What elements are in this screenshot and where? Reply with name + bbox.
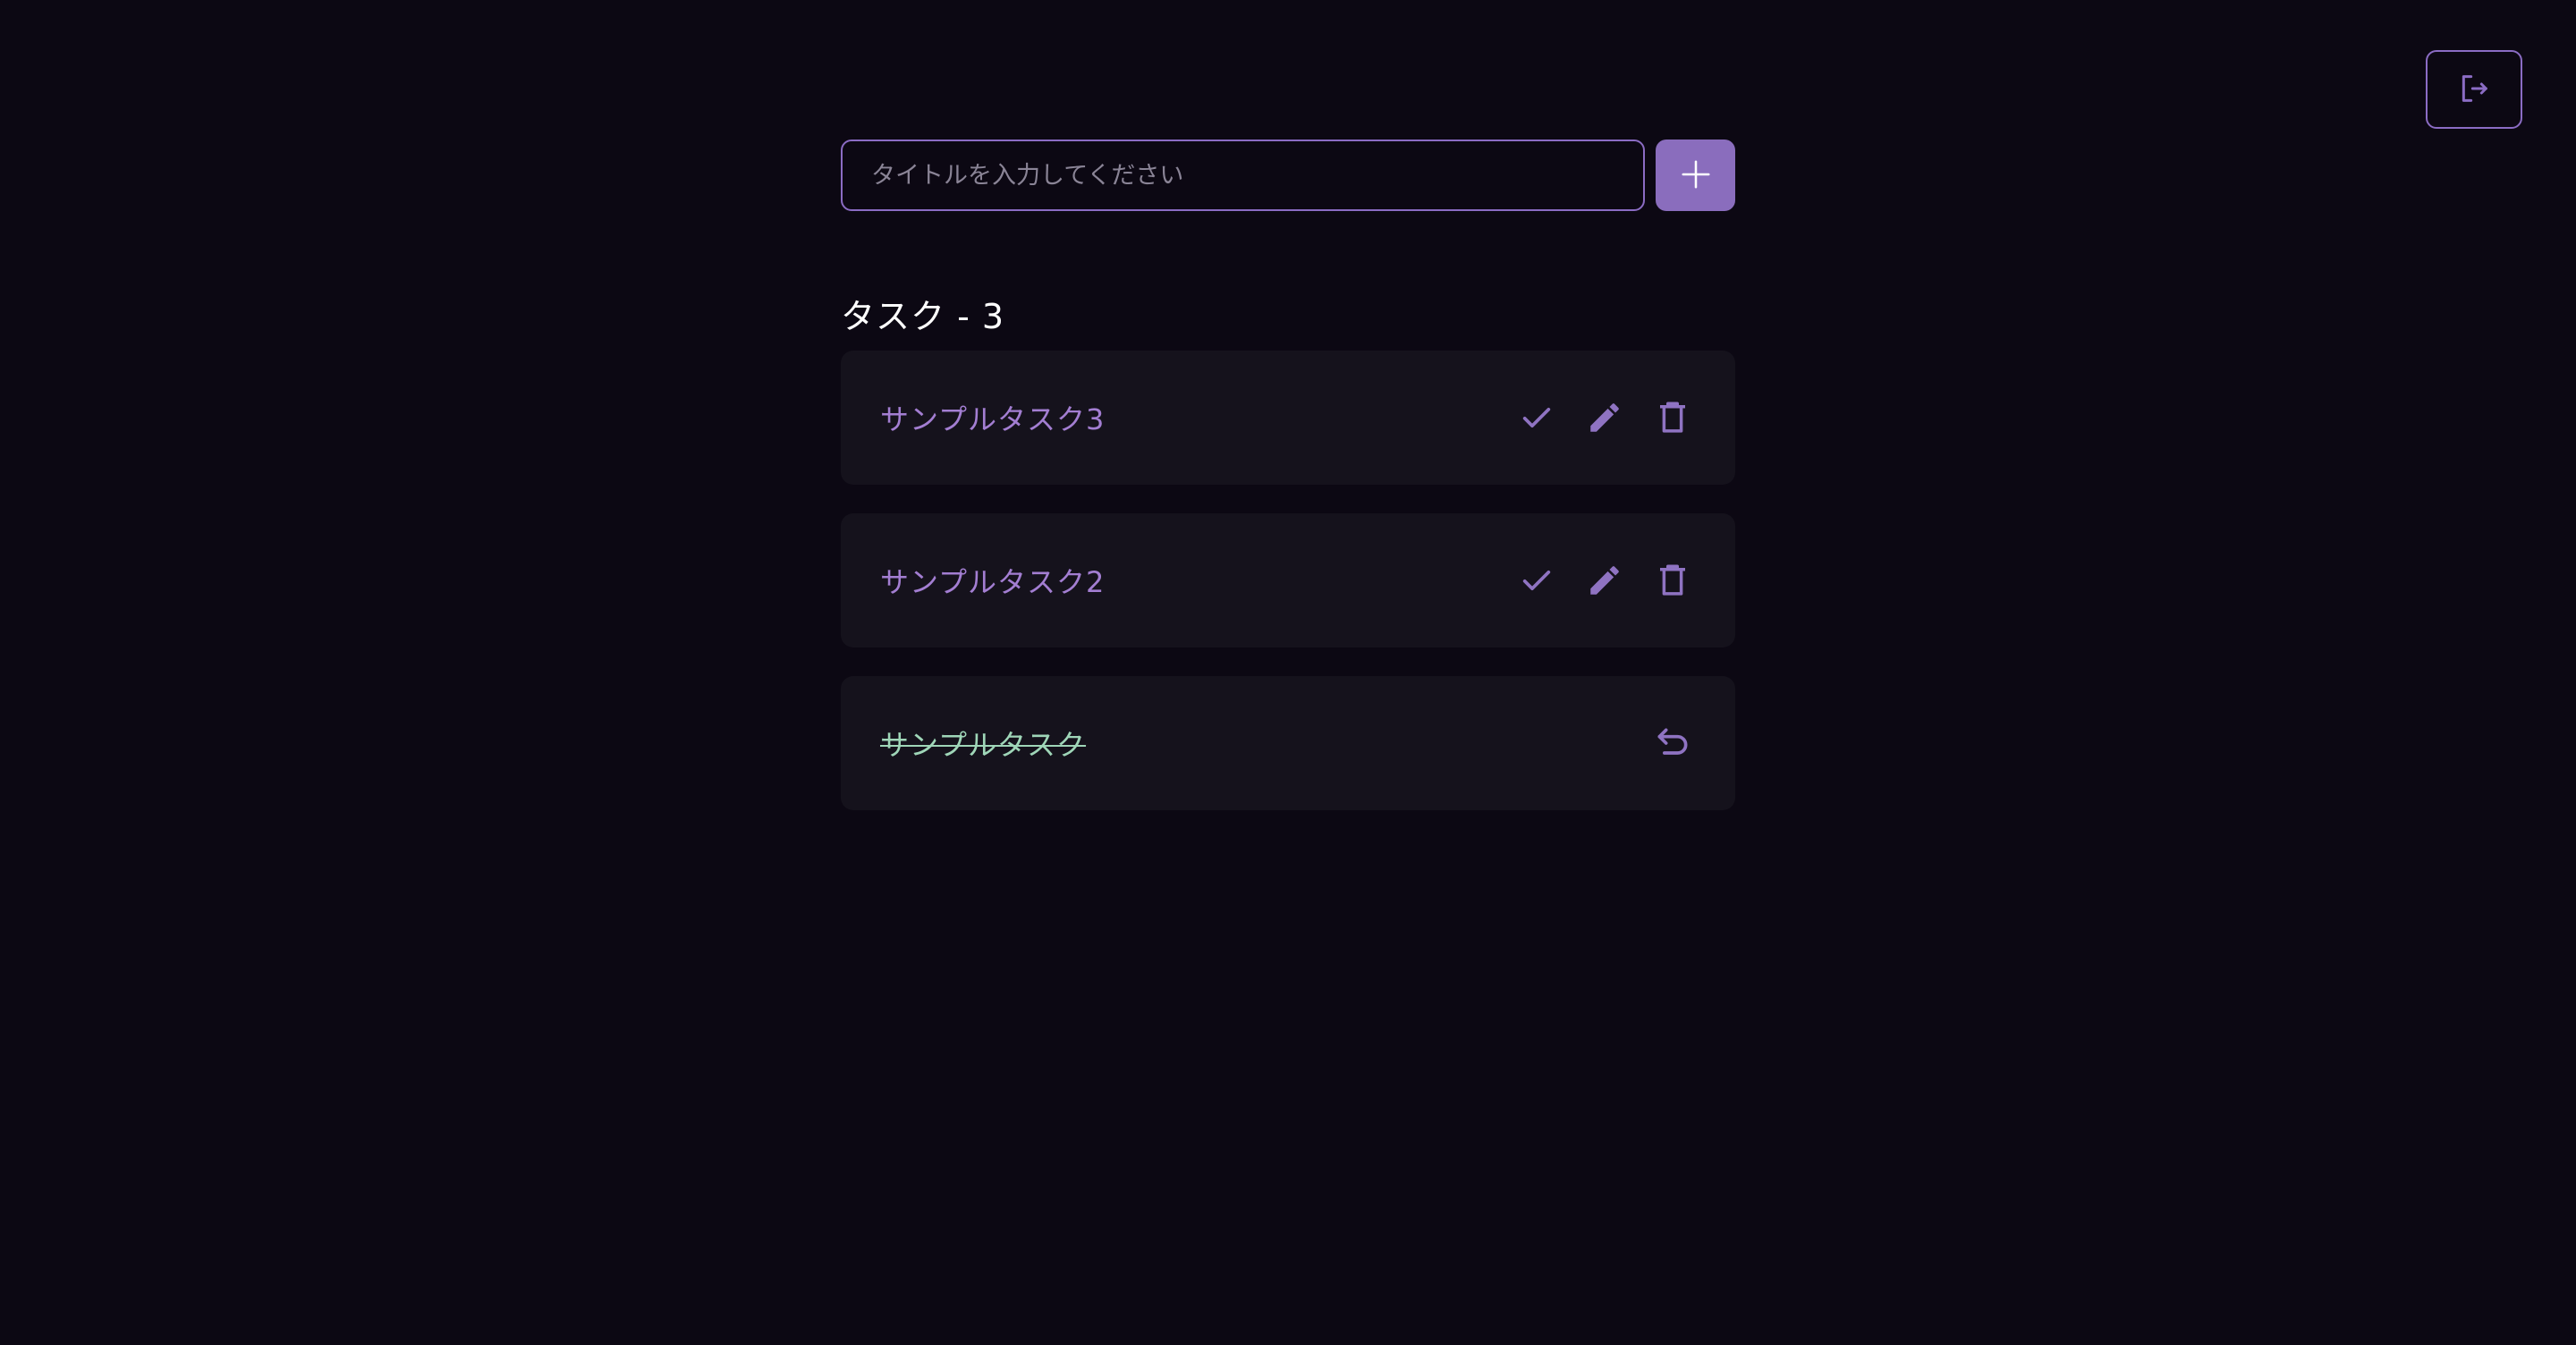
plus-icon [1679,157,1713,194]
logout-icon [2456,71,2492,109]
complete-button[interactable] [1513,557,1560,604]
task-count-heading: タスク - 3 [841,297,1005,336]
task-title: サンプルタスク2 [880,565,1106,599]
edit-button[interactable] [1581,394,1628,441]
add-task-form [841,140,1735,211]
trash-icon [1660,402,1685,433]
title-input[interactable] [841,140,1645,211]
task-actions [1513,557,1696,604]
delete-button[interactable] [1649,557,1696,604]
check-icon [1522,408,1551,427]
check-icon [1522,571,1551,590]
pencil-icon [1590,403,1619,432]
task-card-completed: サンプルタスク [841,676,1735,810]
undo-icon [1657,728,1688,755]
logout-button[interactable] [2426,50,2522,129]
task-card: サンプルタスク3 [841,351,1735,485]
pencil-icon [1590,566,1619,595]
task-actions [1649,720,1696,766]
complete-button[interactable] [1513,394,1560,441]
delete-button[interactable] [1649,394,1696,441]
task-card: サンプルタスク2 [841,513,1735,647]
trash-icon [1660,564,1685,596]
task-title: サンプルタスク [880,728,1087,762]
edit-button[interactable] [1581,557,1628,604]
undo-button[interactable] [1649,720,1696,766]
task-app: タスク - 3 サンプルタスク3 [841,140,1735,839]
task-actions [1513,394,1696,441]
task-title: サンプルタスク3 [880,402,1106,436]
add-task-button[interactable] [1656,140,1735,211]
